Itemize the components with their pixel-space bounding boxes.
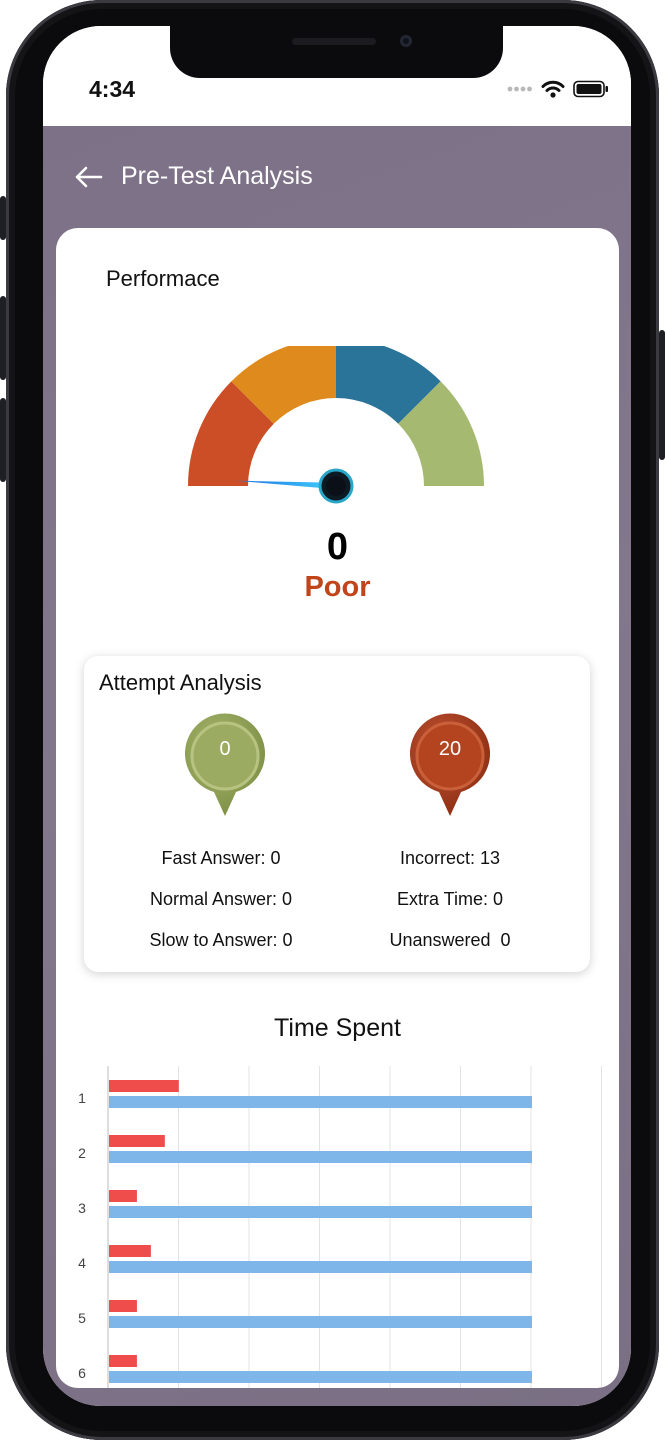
bar-blue-2 — [109, 1151, 532, 1163]
gauge-hub-center — [326, 476, 346, 496]
performance-title: Performace — [106, 266, 220, 291]
bar-blue-3 — [109, 1206, 532, 1218]
fast-answer-badge: 0 — [180, 712, 270, 820]
volume-down-button — [0, 398, 6, 482]
incorrect-badge: 20 — [405, 712, 495, 820]
tick-label-3: 3 — [78, 1200, 86, 1216]
bar-blue-4 — [109, 1261, 532, 1273]
power-button — [659, 330, 665, 460]
normal-answer-stat: Normal Answer: 0 — [149, 889, 293, 909]
tick-label-2: 2 — [78, 1145, 86, 1161]
status-icons — [507, 80, 609, 98]
bar-red-2 — [109, 1135, 165, 1147]
incorrect-stat: Incorrect: 13 — [399, 848, 501, 868]
performance-score: 0 — [326, 526, 349, 568]
extra-time-stat: Extra Time: 0 — [396, 889, 504, 909]
bar-red-3 — [109, 1190, 137, 1202]
fast-answer-count: 0 — [219, 738, 231, 760]
answer-speed-stats: Fast Answer: 0 Normal Answer: 0 Slow to … — [101, 848, 341, 971]
back-arrow-icon[interactable] — [73, 165, 103, 189]
tick-label-5: 5 — [78, 1310, 86, 1326]
time-spent-title: Time Spent — [274, 1014, 401, 1042]
attempt-analysis-title: Attempt Analysis — [99, 670, 262, 695]
analysis-card: Performace 0 Poor Attempt Analysis 0 20 … — [56, 228, 619, 1388]
speaker-grille — [292, 38, 376, 45]
time-spent-chart: 1 2 3 4 5 6 — [78, 1066, 602, 1388]
fast-answer-stat: Fast Answer: 0 — [161, 848, 281, 868]
bar-red-4 — [109, 1245, 151, 1257]
app-bar: Pre-Test Analysis — [73, 162, 313, 191]
battery-icon — [573, 80, 608, 98]
slow-answer-stat: Slow to Answer: 0 — [149, 930, 293, 950]
phone-frame: 4:34 Pre-Test Analysis Performace 0 Poor… — [0, 0, 665, 1440]
front-camera — [400, 35, 412, 47]
bar-blue-5 — [109, 1316, 532, 1328]
bar-red-1 — [109, 1080, 179, 1092]
incorrect-count: 20 — [438, 738, 462, 760]
status-time: 4:34 — [89, 76, 136, 102]
attempt-analysis-card: Attempt Analysis 0 20 Fast Answer: 0 Nor… — [84, 656, 590, 972]
tick-label-6: 6 — [78, 1365, 86, 1381]
tick-label-1: 1 — [78, 1090, 86, 1106]
performance-rating: Poor — [304, 571, 371, 603]
map-pin-icon — [185, 713, 265, 816]
map-pin-icon — [410, 713, 490, 816]
notch — [170, 26, 503, 78]
unanswered-stat: Unanswered 0 — [389, 930, 511, 950]
answer-error-stats: Incorrect: 13 Extra Time: 0 Unanswered 0 — [330, 848, 570, 971]
bar-red-6 — [109, 1355, 137, 1367]
tick-label-4: 4 — [78, 1255, 86, 1271]
wifi-icon — [541, 80, 565, 98]
bar-red-5 — [109, 1300, 137, 1312]
bar-blue-1 — [109, 1096, 532, 1108]
volume-up-button — [0, 296, 6, 380]
app-body: Pre-Test Analysis Performace 0 Poor Atte… — [43, 126, 631, 1406]
cellular-signal-icon — [507, 86, 532, 92]
phone-screen: 4:34 Pre-Test Analysis Performace 0 Poor… — [43, 26, 631, 1406]
bar-blue-6 — [109, 1371, 532, 1383]
page-title: Pre-Test Analysis — [121, 162, 313, 190]
performance-gauge — [188, 346, 484, 504]
mute-switch — [0, 196, 6, 240]
